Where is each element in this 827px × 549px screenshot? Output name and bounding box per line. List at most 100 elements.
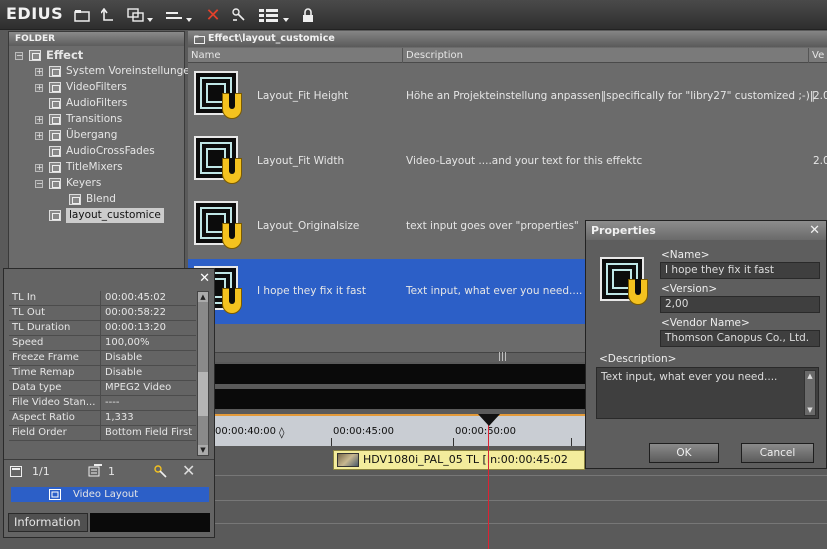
expand-icon[interactable]: + <box>35 115 43 124</box>
folder-icon <box>49 146 61 157</box>
playhead-handle[interactable] <box>478 414 500 426</box>
tree-item-transitions[interactable]: + Transitions <box>35 112 122 127</box>
effect-description: text input goes over "properties" <box>406 220 579 232</box>
folder-icon <box>69 194 81 205</box>
app-title: EDIUS <box>6 4 64 23</box>
info-row: Speed 100,00% <box>9 336 196 351</box>
track-header-band <box>215 364 585 384</box>
tree-item-audiofilters[interactable]: AudioFilters <box>49 96 127 111</box>
playhead-line <box>488 414 489 549</box>
expand-icon[interactable]: + <box>35 163 43 172</box>
up-folder-icon[interactable] <box>98 6 118 24</box>
folder-icon <box>49 114 61 125</box>
effect-description: Video-Layout ....and your text for this … <box>406 155 643 167</box>
in-marker-icon[interactable]: ◊ <box>279 426 284 439</box>
effect-description: Höhe an Projekteinstellung anpassen‖spec… <box>406 90 816 102</box>
description-field[interactable]: Text input, what ever you need.... ▲ ▼ <box>596 367 819 419</box>
expand-icon[interactable]: + <box>35 131 43 140</box>
applied-effect-item[interactable]: Video Layout <box>11 487 209 502</box>
column-name[interactable]: Name <box>188 48 403 63</box>
lock-icon[interactable] <box>298 6 318 24</box>
effect-version: 2.0 <box>813 155 827 167</box>
cancel-button[interactable]: Cancel <box>741 443 814 463</box>
filter-count: 1 <box>108 465 115 478</box>
folder-icon <box>49 98 61 109</box>
view-mode-icon[interactable] <box>257 6 291 24</box>
close-icon[interactable]: ✕ <box>809 221 820 240</box>
dialog-titlebar[interactable]: Properties ✕ <box>586 221 826 240</box>
dialog-title: Properties <box>591 224 656 237</box>
folder-icon <box>49 162 61 173</box>
ruler-timecode: 00:00:45:00 <box>333 426 395 437</box>
tree-item-videofilters[interactable]: + VideoFilters <box>35 80 127 95</box>
track-separator <box>215 500 827 501</box>
tree-item-keyers[interactable]: − Keyers <box>35 176 101 191</box>
info-row: Field Order Bottom Field First <box>9 426 196 441</box>
tree-item-titlemixers[interactable]: + TitleMixers <box>35 160 123 175</box>
collapse-icon[interactable]: − <box>15 51 23 60</box>
folder-header: FOLDER <box>9 32 184 46</box>
column-version[interactable]: Ve <box>809 48 827 63</box>
effect-row[interactable]: Layout_Fit Width Video-Layout ....and yo… <box>188 129 827 194</box>
info-row: TL In 00:00:45:02 <box>9 291 196 306</box>
clip-label: HDV1080i_PAL_05 TL [In:00:00:45:02 <box>363 453 568 466</box>
track-separator <box>215 475 827 476</box>
expand-icon[interactable]: + <box>35 83 43 92</box>
info-preview-area <box>90 513 210 532</box>
tab-information[interactable]: Information <box>8 513 88 532</box>
effect-thumbnail <box>600 257 654 311</box>
info-row: File Video Stan... ---- <box>9 396 196 411</box>
info-scrollbar[interactable]: ▲ ▼ <box>197 291 209 456</box>
tree-item-effect[interactable]: − Effect <box>15 48 83 63</box>
effect-name: Layout_Fit Height <box>257 90 349 102</box>
info-row: TL Duration 00:00:13:20 <box>9 321 196 336</box>
column-description[interactable]: Description <box>403 48 809 63</box>
import-icon[interactable] <box>163 6 195 24</box>
info-table: TL In 00:00:45:02 TL Out 00:00:58:22 TL Du… <box>9 291 196 441</box>
grip-icon: ||| <box>498 352 508 362</box>
tree-item-uebergang[interactable]: + Übergang <box>35 128 117 143</box>
info-row: TL Out 00:00:58:22 <box>9 306 196 321</box>
delete-icon[interactable]: ✕ <box>182 461 195 480</box>
track-header-band <box>215 389 585 409</box>
effect-name: Layout_Fit Width <box>257 155 345 167</box>
track-separator <box>215 523 827 524</box>
description-scrollbar[interactable]: ▲ ▼ <box>804 370 816 416</box>
collapse-icon[interactable]: − <box>35 179 43 188</box>
folder-panel: FOLDER − Effect + System Voreinstellunge… <box>8 31 196 269</box>
properties-icon[interactable] <box>154 464 169 481</box>
page-indicator: 1/1 <box>32 465 50 478</box>
folder-icon <box>49 130 61 141</box>
layer-list-icon[interactable] <box>10 466 22 480</box>
vendor-field[interactable]: Thomson Canopus Co., Ltd. <box>660 330 820 347</box>
close-icon[interactable]: ✕ <box>199 271 210 286</box>
info-row: Aspect Ratio 1,333 <box>9 411 196 426</box>
effect-description: Text input, what ever you need.... <box>406 285 583 297</box>
name-field[interactable]: I hope they fix it fast <box>660 262 820 279</box>
filter-list-icon[interactable] <box>88 464 102 480</box>
effect-row[interactable]: Layout_Fit Height Höhe an Projekteinstel… <box>188 64 827 129</box>
timeline-clip[interactable]: HDV1080i_PAL_05 TL [In:00:00:45:02 <box>333 450 585 470</box>
path-bar: Effect\layout_customice <box>188 31 827 47</box>
ok-button[interactable]: OK <box>649 443 719 463</box>
tree-item-blend[interactable]: Blend <box>69 192 116 207</box>
tree-item-audiocrossfades[interactable]: AudioCrossFades <box>49 144 155 159</box>
folder-icon <box>49 82 61 93</box>
new-folder-icon[interactable] <box>72 6 92 24</box>
folder-icon <box>49 66 61 77</box>
add-effect-icon[interactable] <box>124 6 156 24</box>
version-label: <Version> <box>661 283 718 295</box>
timeline-ruler[interactable]: 00:00:40:00 00:00:45:00 00:00:50:00 ◊ <box>215 414 585 446</box>
info-row: Freeze Frame Disable <box>9 351 196 366</box>
expand-icon[interactable]: + <box>35 67 43 76</box>
version-field[interactable]: 2,00 <box>660 296 820 313</box>
delete-icon[interactable]: ✕ <box>203 5 223 26</box>
effect-thumbnail <box>194 201 248 255</box>
properties-dialog: Properties ✕ <Name> I hope they fix it f… <box>585 220 827 469</box>
info-row: Time Remap Disable <box>9 366 196 381</box>
properties-icon[interactable] <box>229 6 249 24</box>
tree-item-system-presets[interactable]: + System Voreinstellungen <box>35 64 196 79</box>
tree-item-layout-customice[interactable]: layout_customice <box>49 208 164 223</box>
vendor-label: <Vendor Name> <box>661 317 750 329</box>
folder-icon <box>49 210 61 221</box>
